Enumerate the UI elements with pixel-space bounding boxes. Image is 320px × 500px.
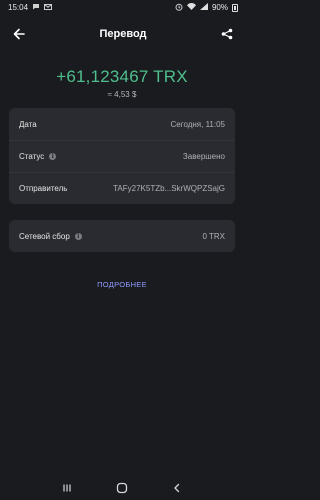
fee-value: 0 TRX bbox=[202, 231, 225, 241]
date-row: Дата Сегодня, 11:05 bbox=[9, 108, 235, 140]
fee-label: Сетевой сбор bbox=[19, 231, 70, 241]
status-time: 15:04 bbox=[8, 3, 29, 12]
fee-card: Сетевой сбор i 0 TRX bbox=[9, 220, 235, 252]
info-icon[interactable]: i bbox=[74, 232, 82, 240]
home-icon[interactable] bbox=[112, 478, 132, 498]
status-bar-left: 15:04 bbox=[8, 3, 53, 12]
signal-icon bbox=[199, 3, 208, 12]
share-icon[interactable] bbox=[218, 25, 236, 43]
alarm-icon bbox=[175, 3, 183, 13]
date-label: Дата bbox=[19, 119, 37, 129]
status-label-wrap: Статус i bbox=[19, 152, 57, 161]
sender-row[interactable]: Отправитель TAFy27K5TZb...SkrWQPZSajG bbox=[9, 172, 235, 204]
arrow-left-icon[interactable] bbox=[10, 25, 28, 43]
info-icon[interactable]: i bbox=[49, 153, 57, 160]
fiat-value: ≈ 4,53 $ bbox=[107, 90, 137, 99]
status-row: Статус i Завершено bbox=[9, 140, 235, 172]
recent-apps-icon[interactable] bbox=[57, 478, 77, 498]
status-value: Завершено bbox=[182, 152, 225, 161]
wifi-icon bbox=[186, 3, 196, 12]
status-bar: 15:04 90% bbox=[0, 0, 244, 15]
details-card: Дата Сегодня, 11:05 Статус i Завершено О… bbox=[9, 108, 235, 204]
sender-label: Отправитель bbox=[19, 184, 68, 193]
sender-address[interactable]: TAFy27K5TZb...SkrWQPZSajG bbox=[113, 184, 225, 193]
fee-label-wrap: Сетевой сбор i bbox=[19, 232, 82, 241]
app-bar: Перевод bbox=[0, 15, 244, 53]
system-nav-bar bbox=[0, 476, 244, 500]
battery-icon bbox=[232, 3, 238, 12]
amount-value: +61,123467 TRX bbox=[56, 67, 188, 86]
more-details-link[interactable]: ПОДРОБНЕЕ bbox=[0, 280, 244, 289]
mail-icon bbox=[44, 3, 53, 12]
back-icon[interactable] bbox=[167, 478, 187, 498]
status-bar-right: 90% bbox=[175, 3, 238, 13]
chat-icon bbox=[32, 3, 40, 12]
date-value: Сегодня, 11:05 bbox=[170, 119, 225, 129]
page-title: Перевод bbox=[99, 28, 147, 40]
fee-row: Сетевой сбор i 0 TRX bbox=[9, 220, 235, 252]
battery-percent: 90% bbox=[211, 3, 228, 12]
status-label: Статус bbox=[19, 152, 45, 161]
